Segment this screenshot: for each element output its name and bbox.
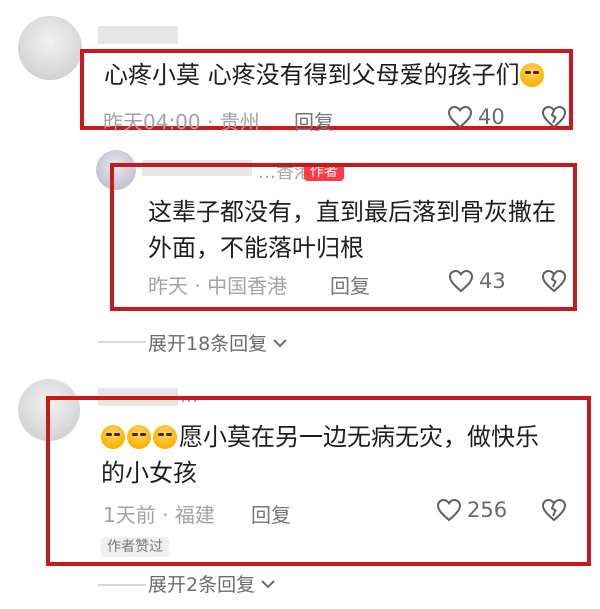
divider: [98, 584, 146, 586]
dislike-button[interactable]: [541, 105, 567, 133]
like-count: 40: [478, 105, 505, 129]
like-count: 256: [467, 498, 508, 522]
reply-button[interactable]: 回复: [294, 106, 334, 135]
dislike-button[interactable]: [541, 269, 567, 297]
author-liked-badge: 作者赞过: [101, 537, 169, 557]
crying-emoji-icon: [519, 63, 544, 87]
reply-meta: 昨天 · 中国香港: [148, 274, 288, 298]
comment-text: 心疼小莫 心疼没有得到父母爱的孩子们: [104, 57, 546, 93]
reply-button[interactable]: 回复: [251, 499, 291, 528]
like-count: 43: [479, 269, 506, 293]
like-button[interactable]: [447, 105, 473, 133]
crying-emoji-icon: [101, 425, 125, 449]
expand-replies-button[interactable]: 展开2条回复: [148, 570, 275, 597]
comment-meta: 1天前 · 福建: [103, 503, 215, 527]
divider: [98, 341, 146, 343]
chevron-down-icon: [261, 580, 275, 589]
crying-emoji-icon: [127, 425, 151, 449]
heart-icon: [436, 498, 462, 522]
comment-text-line2: 的小女孩: [101, 459, 197, 487]
crying-emoji-icon: [153, 425, 177, 449]
avatar[interactable]: [18, 16, 82, 80]
reply-text-line2: 外面，不能落叶归根: [148, 234, 364, 262]
username-redacted: [98, 26, 178, 44]
reply-button[interactable]: 回复: [330, 270, 370, 299]
like-button[interactable]: [436, 498, 462, 526]
broken-heart-icon: [541, 105, 567, 129]
chevron-down-icon: [273, 339, 287, 348]
heart-icon: [448, 269, 474, 293]
expand-replies-button[interactable]: 展开18条回复: [148, 329, 287, 356]
comment-text-line1: 愿小莫在另一边无病无灾，做快乐: [101, 419, 539, 455]
broken-heart-icon: [541, 498, 567, 522]
reply-text-line1: 这辈子都没有，直到最后落到骨灰撒在: [148, 198, 556, 226]
heart-icon: [447, 105, 473, 129]
dislike-button[interactable]: [541, 498, 567, 526]
comment-meta: 昨天04:00 · 贵州: [103, 110, 260, 134]
broken-heart-icon: [541, 269, 567, 293]
like-button[interactable]: [448, 269, 474, 297]
